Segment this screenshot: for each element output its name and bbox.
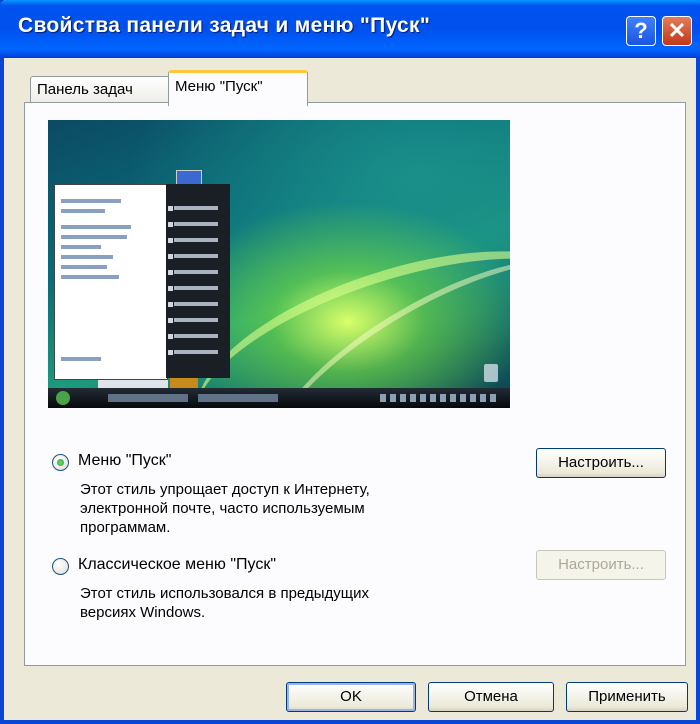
description-line: Этот стиль упрощает доступ к Интернету, <box>80 481 370 498</box>
description-line: электронной почте, часто используемым <box>80 500 365 517</box>
preview-menu-line <box>174 254 218 258</box>
radio-start-menu[interactable] <box>52 454 69 471</box>
preview-taskbar-button <box>108 394 188 402</box>
customize-classic-menu-button: Настроить... <box>536 550 666 580</box>
preview-menu-line <box>61 225 131 229</box>
preview-menu-line <box>174 318 218 322</box>
preview-system-tray <box>380 394 500 402</box>
preview-menu-icon <box>168 222 173 227</box>
preview-menu-icon <box>168 302 173 307</box>
preview-start-menu-left-pane <box>54 184 168 380</box>
preview-start-orb-icon <box>56 391 70 405</box>
preview-menu-icon <box>168 270 173 275</box>
preview-menu-line <box>174 222 218 226</box>
preview-menu-line <box>61 275 119 279</box>
preview-power-button <box>170 378 198 388</box>
window-title: Свойства панели задач и меню "Пуск" <box>18 14 431 37</box>
description-line: программам. <box>80 519 171 536</box>
preview-menu-icon <box>168 318 173 323</box>
preview-menu-icon <box>168 238 173 243</box>
preview-start-menu-right-pane <box>166 184 230 378</box>
option-classic-start-menu-label[interactable]: Классическое меню "Пуск" <box>78 556 276 574</box>
preview-taskbar <box>48 388 510 408</box>
preview-menu-line <box>174 270 218 274</box>
radio-classic-start-menu[interactable] <box>52 558 69 575</box>
preview-search-box <box>98 380 168 388</box>
option-start-menu-label[interactable]: Меню "Пуск" <box>78 452 171 470</box>
apply-button[interactable]: Применить <box>566 682 688 712</box>
preview-menu-line <box>174 302 218 306</box>
preview-menu-line <box>61 245 101 249</box>
preview-menu-line <box>174 350 218 354</box>
description-line: Этот стиль использовался в предыдущих <box>80 585 369 602</box>
preview-menu-icon <box>168 286 173 291</box>
title-bar[interactable]: Свойства панели задач и меню "Пуск" ? ✕ <box>0 0 700 58</box>
preview-menu-line <box>61 265 107 269</box>
help-button[interactable]: ? <box>626 16 656 46</box>
preview-menu-line <box>61 255 113 259</box>
option-classic-start-menu-description: Этот стиль использовался в предыдущих ве… <box>80 584 369 622</box>
preview-menu-icon <box>168 350 173 355</box>
tab-start-menu[interactable]: Меню "Пуск" <box>168 70 308 106</box>
preview-menu-line <box>61 199 121 203</box>
preview-menu-line <box>61 209 105 213</box>
tab-taskbar[interactable]: Панель задач <box>30 76 170 104</box>
preview-menu-line <box>61 235 127 239</box>
preview-taskbar-button <box>198 394 278 402</box>
ok-button[interactable]: OK <box>286 682 416 712</box>
preview-menu-line <box>174 206 218 210</box>
preview-menu-icon <box>168 254 173 259</box>
radio-selected-dot <box>57 459 64 466</box>
preview-menu-line <box>174 334 218 338</box>
preview-menu-icon <box>168 206 173 211</box>
customize-start-menu-button[interactable]: Настроить... <box>536 448 666 478</box>
start-menu-preview-image <box>48 120 510 408</box>
close-button[interactable]: ✕ <box>662 16 692 46</box>
preview-menu-line <box>174 238 218 242</box>
option-start-menu-description: Этот стиль упрощает доступ к Интернету, … <box>80 480 370 537</box>
cancel-button[interactable]: Отмена <box>428 682 554 712</box>
preview-menu-line <box>174 286 218 290</box>
preview-menu-icon <box>168 334 173 339</box>
description-line: версиях Windows. <box>80 604 206 621</box>
preview-menu-line <box>61 357 101 361</box>
preview-recycle-bin-icon <box>484 364 498 382</box>
